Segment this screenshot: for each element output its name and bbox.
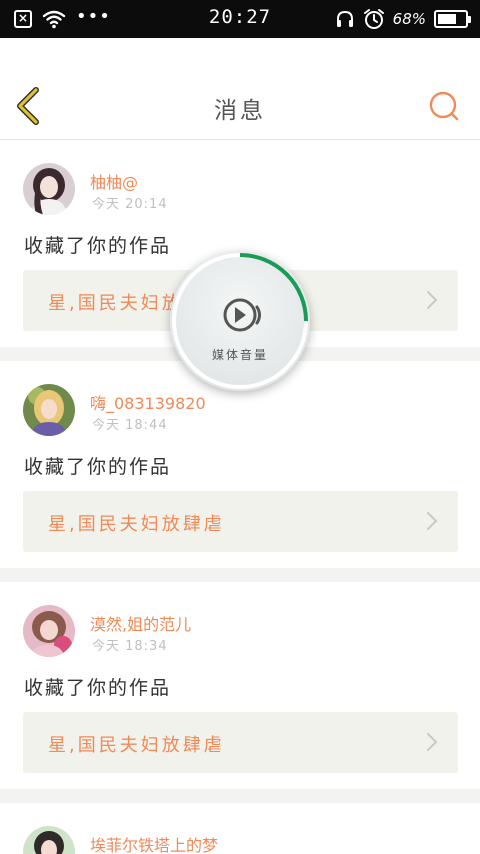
- work-title: 星,国民夫妇放肆虐: [48, 735, 225, 756]
- action-text: 收藏了你的作品: [24, 235, 172, 257]
- user-avatar[interactable]: [23, 826, 75, 854]
- user-avatar[interactable]: [23, 163, 75, 215]
- work-link[interactable]: 星,国民夫妇放肆虐: [23, 712, 458, 773]
- alarm-clock-icon: [363, 8, 385, 30]
- media-play-icon: [223, 298, 261, 332]
- username[interactable]: 柚柚@: [90, 169, 138, 193]
- search-button[interactable]: [428, 90, 460, 122]
- search-icon: [429, 91, 459, 121]
- message-time: 今天 18:44: [92, 418, 168, 433]
- message-time: 今天 18:34: [92, 639, 168, 654]
- message-time: 今天 20:14: [92, 197, 168, 212]
- user-avatar[interactable]: [23, 384, 75, 436]
- chevron-right-icon: [427, 291, 438, 309]
- avatar-girl-dark-hair-icon: [23, 163, 75, 215]
- page-title: 消息: [214, 98, 266, 124]
- battery-icon: [434, 10, 471, 28]
- battery-fill: [438, 14, 456, 24]
- media-volume-overlay: 媒体音量: [170, 251, 310, 391]
- headset-icon: [335, 9, 355, 29]
- avatar-girl-pink-icon: [23, 605, 75, 657]
- avatar-girl-green-icon: [23, 826, 75, 854]
- work-link[interactable]: 星,国民夫妇放肆虐: [23, 491, 458, 552]
- battery-percentage: 68%: [392, 10, 426, 28]
- message-card[interactable]: 漠然,姐的范儿 今天 18:34 收藏了你的作品 星,国民夫妇放肆虐: [0, 582, 480, 789]
- avatar-girl-blonde-icon: [23, 384, 75, 436]
- app-header: 消息: [0, 38, 480, 140]
- status-right-icons: 68%: [335, 8, 471, 30]
- message-card[interactable]: 嗨_083139820 今天 18:44 收藏了你的作品 星,国民夫妇放肆虐: [0, 361, 480, 568]
- media-volume-label: 媒体音量: [211, 348, 268, 362]
- message-card[interactable]: 埃菲尔铁塔上的梦: [0, 803, 480, 854]
- user-avatar[interactable]: [23, 605, 75, 657]
- status-bar: × ••• 20:27 68%: [0, 0, 480, 38]
- username[interactable]: 嗨_083139820: [90, 390, 206, 414]
- chevron-right-icon: [427, 733, 438, 751]
- card-divider: [0, 789, 480, 803]
- username[interactable]: 埃菲尔铁塔上的梦: [90, 832, 218, 854]
- action-text: 收藏了你的作品: [24, 677, 172, 699]
- card-divider: [0, 568, 480, 582]
- username[interactable]: 漠然,姐的范儿: [90, 611, 191, 635]
- work-title: 星,国民夫妇放肆虐: [48, 514, 225, 535]
- chevron-right-icon: [427, 512, 438, 530]
- action-text: 收藏了你的作品: [24, 456, 172, 478]
